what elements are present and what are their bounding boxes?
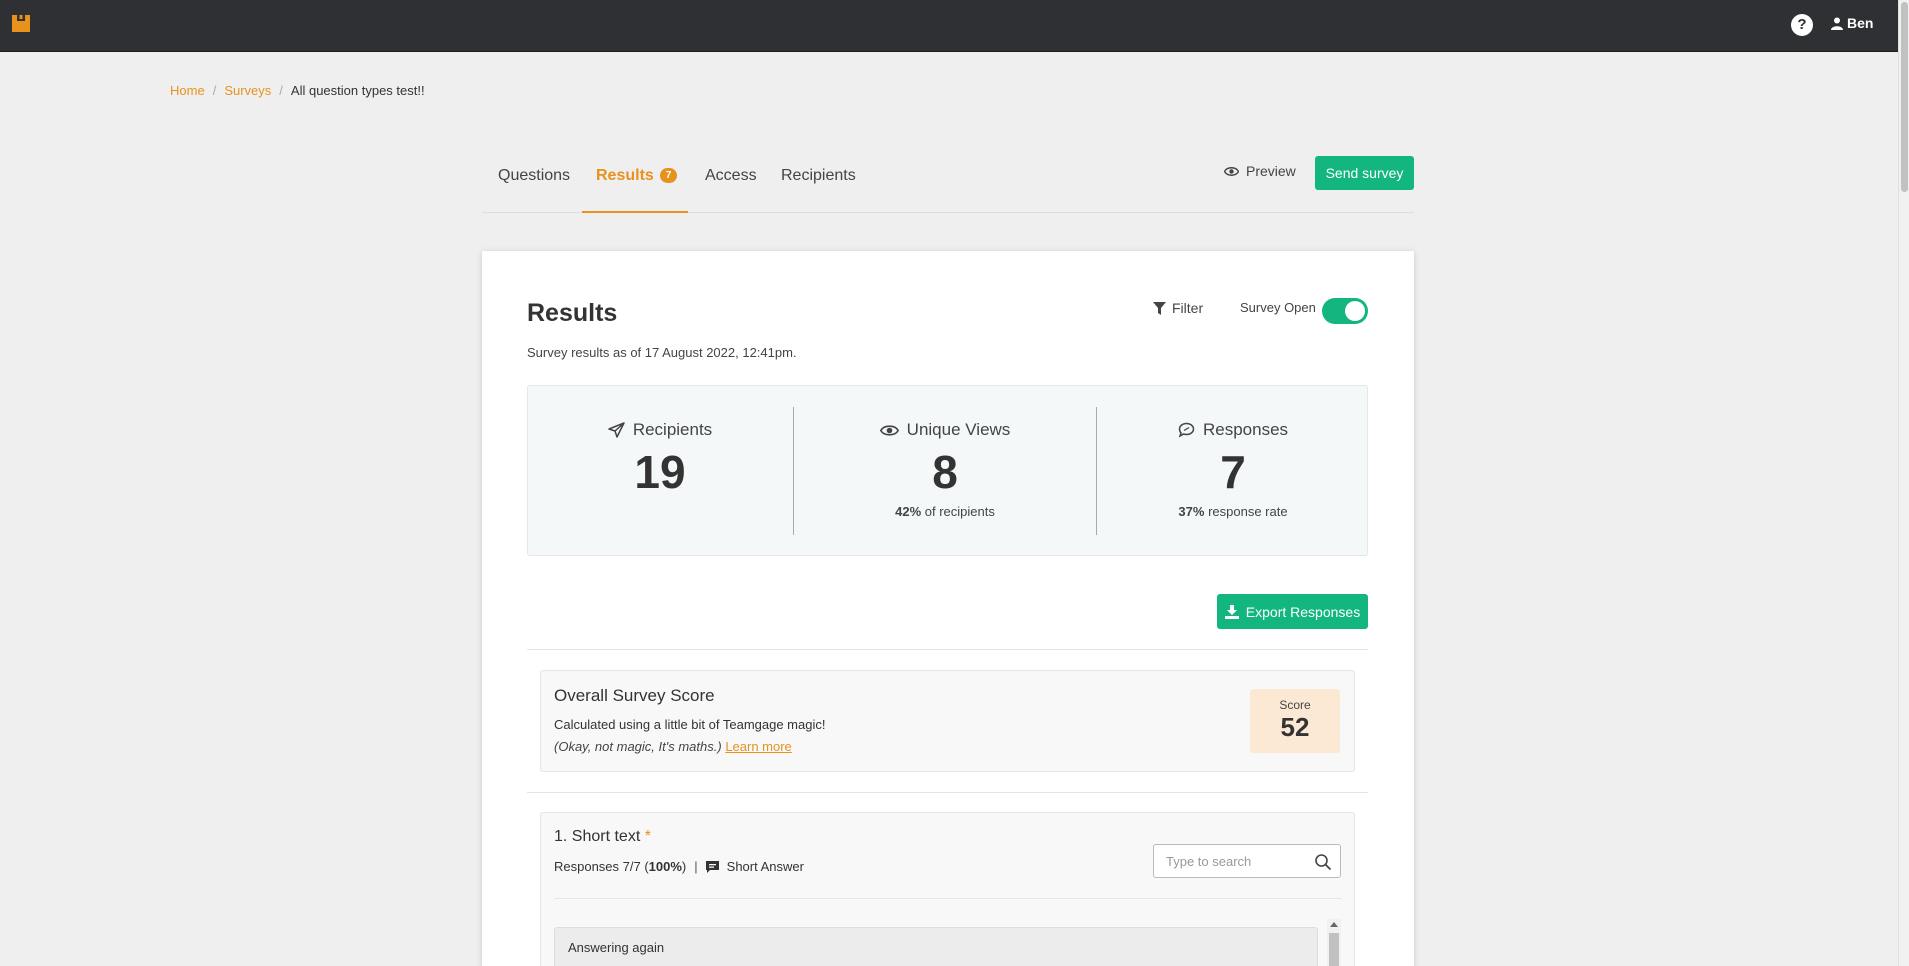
filter-label: Filter [1172,300,1204,316]
breadcrumb-separator: / [279,83,283,98]
question-title-text: 1. Short text [554,828,641,845]
score-description: Calculated using a little bit of Teamgag… [554,717,826,732]
stat-unique-views: Unique Views 8 42% of recipients [794,386,1096,557]
survey-open-label: Survey Open [1240,300,1316,315]
score-footnote: (Okay, not magic, It's maths.) Learn mor… [554,739,792,754]
paper-plane-icon [608,422,625,438]
stat-note: of recipients [921,504,995,519]
toggle-knob [1345,301,1365,321]
responses-count: Responses 7/7 (100%) [554,859,687,874]
question-panel: 1. Short text * Responses 7/7 (100%) | S… [540,812,1355,966]
breadcrumb-separator: / [212,83,217,98]
teamgage-logo-icon[interactable] [11,13,31,33]
stats-panel: Recipients 19 Unique Views 8 42% of reci… [527,385,1368,556]
answer-search [1153,844,1341,878]
stat-label: Responses [1202,420,1289,439]
tab-label: Access [705,167,757,184]
question-meta: Responses 7/7 (100%) | Short Answer [554,859,804,874]
question-type: Short Answer [726,859,804,874]
stat-label: Unique Views [906,420,1011,439]
user-icon [1831,17,1843,30]
results-count-badge: 7 [659,168,678,183]
results-card: Results Survey results as of 17 August 2… [482,251,1414,966]
comment-icon [705,860,719,873]
score-value: 52 [1280,712,1310,742]
eye-icon [879,424,899,436]
stat-value: 19 [634,446,686,498]
eye-icon [1224,166,1239,176]
learn-more-link[interactable]: Learn more [725,739,791,754]
score-title: Overall Survey Score [554,686,715,705]
stat-responses: Responses 7 37% response rate [1097,386,1369,557]
breadcrumb-home[interactable]: Home [170,83,205,98]
speech-bubble-icon [1178,422,1195,438]
user-name: Ben [1847,15,1874,31]
divider [527,792,1368,793]
tab-label: Recipients [781,167,856,184]
filter-icon [1153,301,1166,315]
search-icon[interactable] [1314,853,1332,871]
preview-label: Preview [1246,163,1296,179]
stat-value: 7 [1220,446,1246,498]
stat-recipients: Recipients 19 [528,386,792,557]
divider [527,649,1368,650]
results-timestamp: Survey results as of 17 August 2022, 12:… [527,345,797,360]
stat-note: response rate [1204,504,1288,519]
top-navbar: ? Ben [0,0,1898,52]
breadcrumb: Home / Surveys / All question types test… [170,83,425,98]
export-responses-button[interactable]: Export Responses [1217,594,1368,629]
scroll-up-arrow-icon[interactable] [1330,922,1338,927]
help-icon[interactable]: ? [1791,14,1813,36]
tab-recipients[interactable]: Recipients [781,167,856,213]
page-scrollbar-thumb[interactable] [1901,2,1908,192]
answer-item: Answering again [554,927,1318,966]
preview-button[interactable]: Preview [1224,163,1296,179]
breadcrumb-current: All question types test!! [290,83,425,98]
tab-questions[interactable]: Questions [498,167,570,213]
tab-label: Results [596,167,654,184]
stat-percentage: 37% [1178,504,1205,519]
stat-percentage: 42% [895,504,922,519]
page-scrollbar[interactable] [1898,0,1909,966]
search-input[interactable] [1154,845,1304,877]
overall-score-panel: Overall Survey Score Calculated using a … [540,670,1355,772]
score-label: Score [1279,698,1311,712]
download-icon [1224,604,1239,619]
stat-value: 8 [932,446,958,498]
tab-label: Questions [498,167,571,184]
required-marker: * [644,828,651,845]
question-title: 1. Short text * [554,828,651,846]
score-footnote-text: (Okay, not magic, It's maths.) [554,739,722,754]
stat-label: Recipients [632,420,713,439]
page-title: Results [527,299,618,327]
breadcrumb-surveys[interactable]: Surveys [224,83,271,98]
divider [554,898,1342,899]
meta-separator: | [694,859,698,874]
export-label: Export Responses [1245,603,1361,620]
filter-button[interactable]: Filter [1153,300,1203,316]
answers-scrollbar[interactable] [1327,919,1341,966]
answers-scrollbar-thumb[interactable] [1329,933,1339,966]
user-menu[interactable]: Ben [1831,15,1873,31]
survey-open-toggle[interactable] [1322,298,1368,324]
tab-results[interactable]: Results 7 [582,167,688,213]
send-survey-button[interactable]: Send survey [1315,156,1414,190]
score-badge: Score 52 [1250,689,1340,753]
tab-access[interactable]: Access [705,167,757,213]
